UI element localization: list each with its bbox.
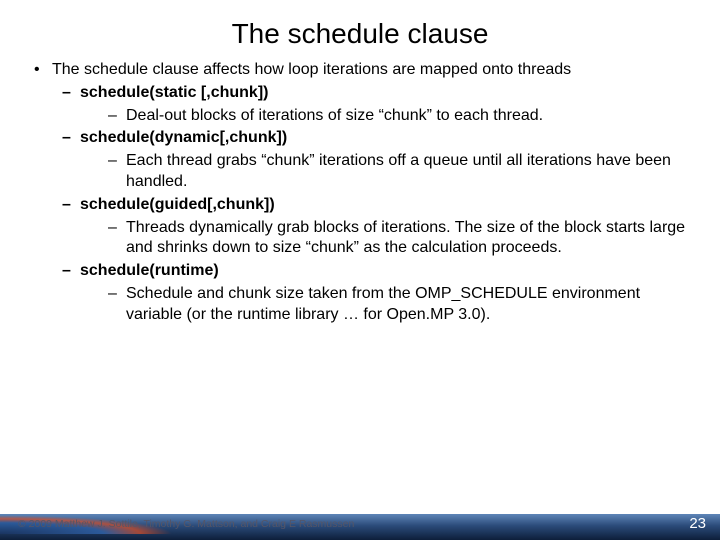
item-head: schedule(guided[,chunk]) xyxy=(62,195,686,216)
footer: © 2009 Matthew J. Sottile, Timothy G. Ma… xyxy=(0,486,720,540)
item-head: schedule(dynamic[,chunk]) xyxy=(62,128,686,149)
item-desc: Schedule and chunk size taken from the O… xyxy=(108,284,686,326)
slide-title: The schedule clause xyxy=(0,0,720,60)
item-desc: Each thread grabs “chunk” iterations off… xyxy=(108,151,686,193)
item-desc: Deal-out blocks of iterations of size “c… xyxy=(108,106,686,127)
item-head: schedule(static [,chunk]) xyxy=(62,83,686,104)
item-desc: Threads dynamically grab blocks of itera… xyxy=(108,218,686,260)
intro-line: The schedule clause affects how loop ite… xyxy=(34,60,686,81)
item-head: schedule(runtime) xyxy=(62,261,686,282)
page-number: 23 xyxy=(689,515,706,532)
copyright: © 2009 Matthew J. Sottile, Timothy G. Ma… xyxy=(18,518,354,530)
slide-body: The schedule clause affects how loop ite… xyxy=(0,60,720,326)
slide: The schedule clause The schedule clause … xyxy=(0,0,720,540)
